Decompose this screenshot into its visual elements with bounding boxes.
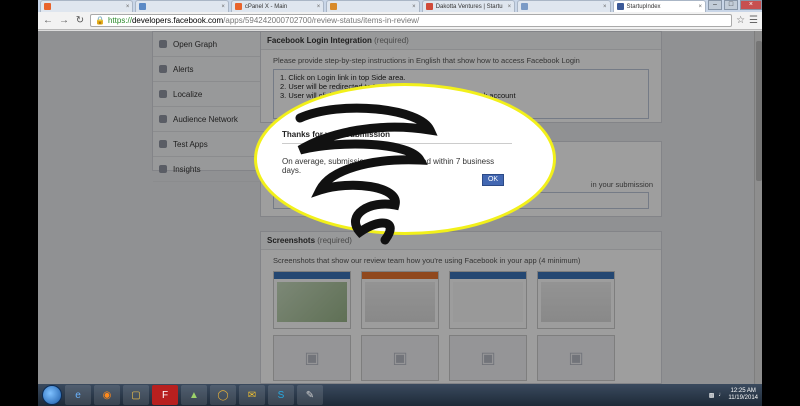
ie-icon[interactable]: e [65,385,91,405]
submission-dialog: Thanks for your Submission On average, s… [282,126,512,196]
back-button[interactable]: ← [42,15,54,26]
address-bar[interactable]: 🔒 https://developers.facebook.com/apps/5… [90,14,733,27]
skype-icon[interactable]: S [268,385,294,405]
maximize-button[interactable]: □ [723,0,738,10]
page-icon [139,3,147,10]
firefox-icon[interactable]: ◉ [94,385,120,405]
browser-tab[interactable]: × [326,0,420,12]
ok-button[interactable]: OK [482,174,504,186]
page-icon [521,3,529,10]
tab-label: Dakotta Ventures | Startu [435,3,503,10]
browser-tab[interactable]: cPanel X - Main × [230,0,325,12]
dialog-title: Thanks for your Submission [282,126,512,144]
browser-window: × × cPanel X - Main × × Dakotta Ventures | St… [38,0,762,384]
dialog-message: On average, submissions will be reviewed… [282,157,495,175]
close-button[interactable]: × [739,0,762,10]
menu-icon[interactable]: ☰ [749,15,758,26]
close-icon[interactable]: × [221,4,225,10]
system-tray: ▩ ♩ 12:25 AM 11/19/2014 [709,388,762,402]
joomla-icon [44,3,51,10]
paint-icon[interactable]: ✎ [297,385,323,405]
close-icon[interactable]: × [126,4,130,10]
close-icon[interactable]: × [698,4,702,10]
filezilla-icon[interactable]: F [152,385,178,405]
close-icon[interactable]: × [317,4,321,10]
close-icon[interactable]: × [412,4,416,10]
page-icon [330,3,338,10]
browser-tab[interactable]: × [40,0,134,12]
outlook-icon[interactable]: ✉ [239,385,265,405]
shield-icon[interactable]: ▲ [181,385,207,405]
tab-strip: × × cPanel X - Main × × Dakotta Ventures | St… [38,0,762,12]
clock[interactable]: 12:25 AM 11/19/2014 [728,388,758,402]
volume-icon[interactable]: ♩ [718,392,724,398]
network-icon[interactable]: ▩ [709,392,715,399]
facebook-icon [616,3,624,10]
page-icon [425,3,433,10]
close-icon[interactable]: × [603,4,607,10]
url-path: /apps/594242000702700/review-status/item… [223,16,420,25]
browser-tab[interactable]: × [135,0,229,12]
tab-label: StartupIndex [626,3,661,10]
lock-icon: 🔒 [95,16,105,25]
chrome-icon[interactable]: ◯ [210,385,236,405]
start-button[interactable] [42,385,62,405]
star-icon[interactable]: ☆ [736,15,745,26]
browser-toolbar: ← → ↻ 🔒 https://developers.facebook.com/… [38,12,762,30]
minimize-button[interactable]: – [707,0,722,10]
url-host: developers.facebook.com [131,16,224,25]
clock-time: 12:25 AM [730,388,756,394]
screen: × × cPanel X - Main × × Dakotta Ventures | St… [0,0,800,406]
forward-button[interactable]: → [58,15,70,26]
reload-button[interactable]: ↻ [74,15,86,26]
clock-date: 11/19/2014 [728,395,758,401]
browser-tab[interactable]: Dakotta Ventures | Startu × [421,0,516,12]
url-scheme: https:// [107,16,132,25]
folder-icon[interactable]: ▢ [123,385,149,405]
cpanel-icon [234,3,242,10]
windows-taskbar: e ◉ ▢ F ▲ ◯ ✉ S ✎ ▩ ♩ 12:25 AM 11/19/201… [38,384,762,406]
close-icon[interactable]: × [508,4,512,10]
tab-label: cPanel X - Main [244,3,288,10]
browser-tab[interactable]: × [517,0,611,12]
browser-tab[interactable]: StartupIndex × [612,0,706,12]
